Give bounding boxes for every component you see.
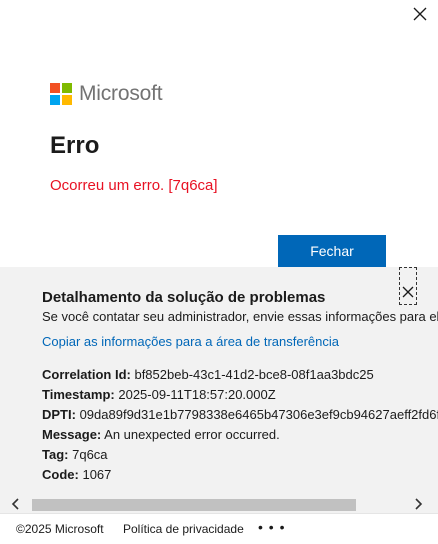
close-icon-svg [413,7,427,21]
copy-to-clipboard-link[interactable]: Copiar as informações para a área de tra… [42,334,339,349]
chevron-right-svg [415,498,423,510]
logo-square-yellow [62,95,72,105]
chevron-left-svg [11,498,19,510]
message-value: An unexpected error occurred. [104,427,280,442]
tag-row: Tag: 7q6ca [42,445,438,465]
page: Microsoft Erro Ocorreu um erro. [7q6ca] … [0,0,438,544]
troubleshooting-content: Detalhamento da solução de problemas Se … [42,289,438,485]
message-row: Message: An unexpected error occurred. [42,425,438,445]
privacy-link[interactable]: Política de privacidade [123,522,244,536]
dpti-row: DPTI: 09da89f9d31e1b7798338e6465b47306e3… [42,405,438,425]
code-value: 1067 [82,467,112,482]
footer: ©2025 Microsoft Política de privacidade … [0,513,438,544]
dpti-label: DPTI: [42,407,76,422]
code-row: Code: 1067 [42,465,438,485]
copyright-text: ©2025 Microsoft [16,522,104,536]
troubleshooting-title: Detalhamento da solução de problemas [42,289,326,306]
troubleshooting-panel: Detalhamento da solução de problemas Se … [0,267,438,513]
scroll-right-icon[interactable] [410,497,426,513]
scrollbar-thumb[interactable] [32,499,356,511]
troubleshooting-description: Se você contatar seu administrador, envi… [42,309,438,324]
logo-square-green [62,83,72,93]
tag-label: Tag: [42,447,69,462]
message-label: Message: [42,427,102,442]
logo-square-red [50,83,60,93]
timestamp-row: Timestamp: 2025-09-11T18:57:20.000Z [42,385,438,405]
dpti-value: 09da89f9d31e1b7798338e6465b47306e3ef9cb9… [79,407,438,422]
correlation-id-row: Correlation Id: bf852beb-43c1-41d2-bce8-… [42,365,438,385]
error-message: Ocorreu um erro. [7q6ca] [50,177,218,194]
timestamp-label: Timestamp: [42,387,115,402]
microsoft-logo-icon [50,83,72,105]
logo-text: Microsoft [79,82,163,105]
timestamp-value: 2025-09-11T18:57:20.000Z [118,387,276,402]
correlation-id-value: bf852beb-43c1-41d2-bce8-08f1aa3bdc25 [134,367,374,382]
page-title: Erro [50,132,100,159]
code-label: Code: [42,467,79,482]
close-button[interactable]: Fechar [278,235,386,267]
more-options-icon[interactable]: • • • [258,519,285,535]
close-icon[interactable] [410,4,430,24]
scroll-left-icon[interactable] [8,497,24,513]
horizontal-scrollbar[interactable] [0,496,438,513]
tag-value: 7q6ca [72,447,108,462]
correlation-id-label: Correlation Id: [42,367,131,382]
logo-square-blue [50,95,60,105]
microsoft-logo: Microsoft [50,82,163,106]
